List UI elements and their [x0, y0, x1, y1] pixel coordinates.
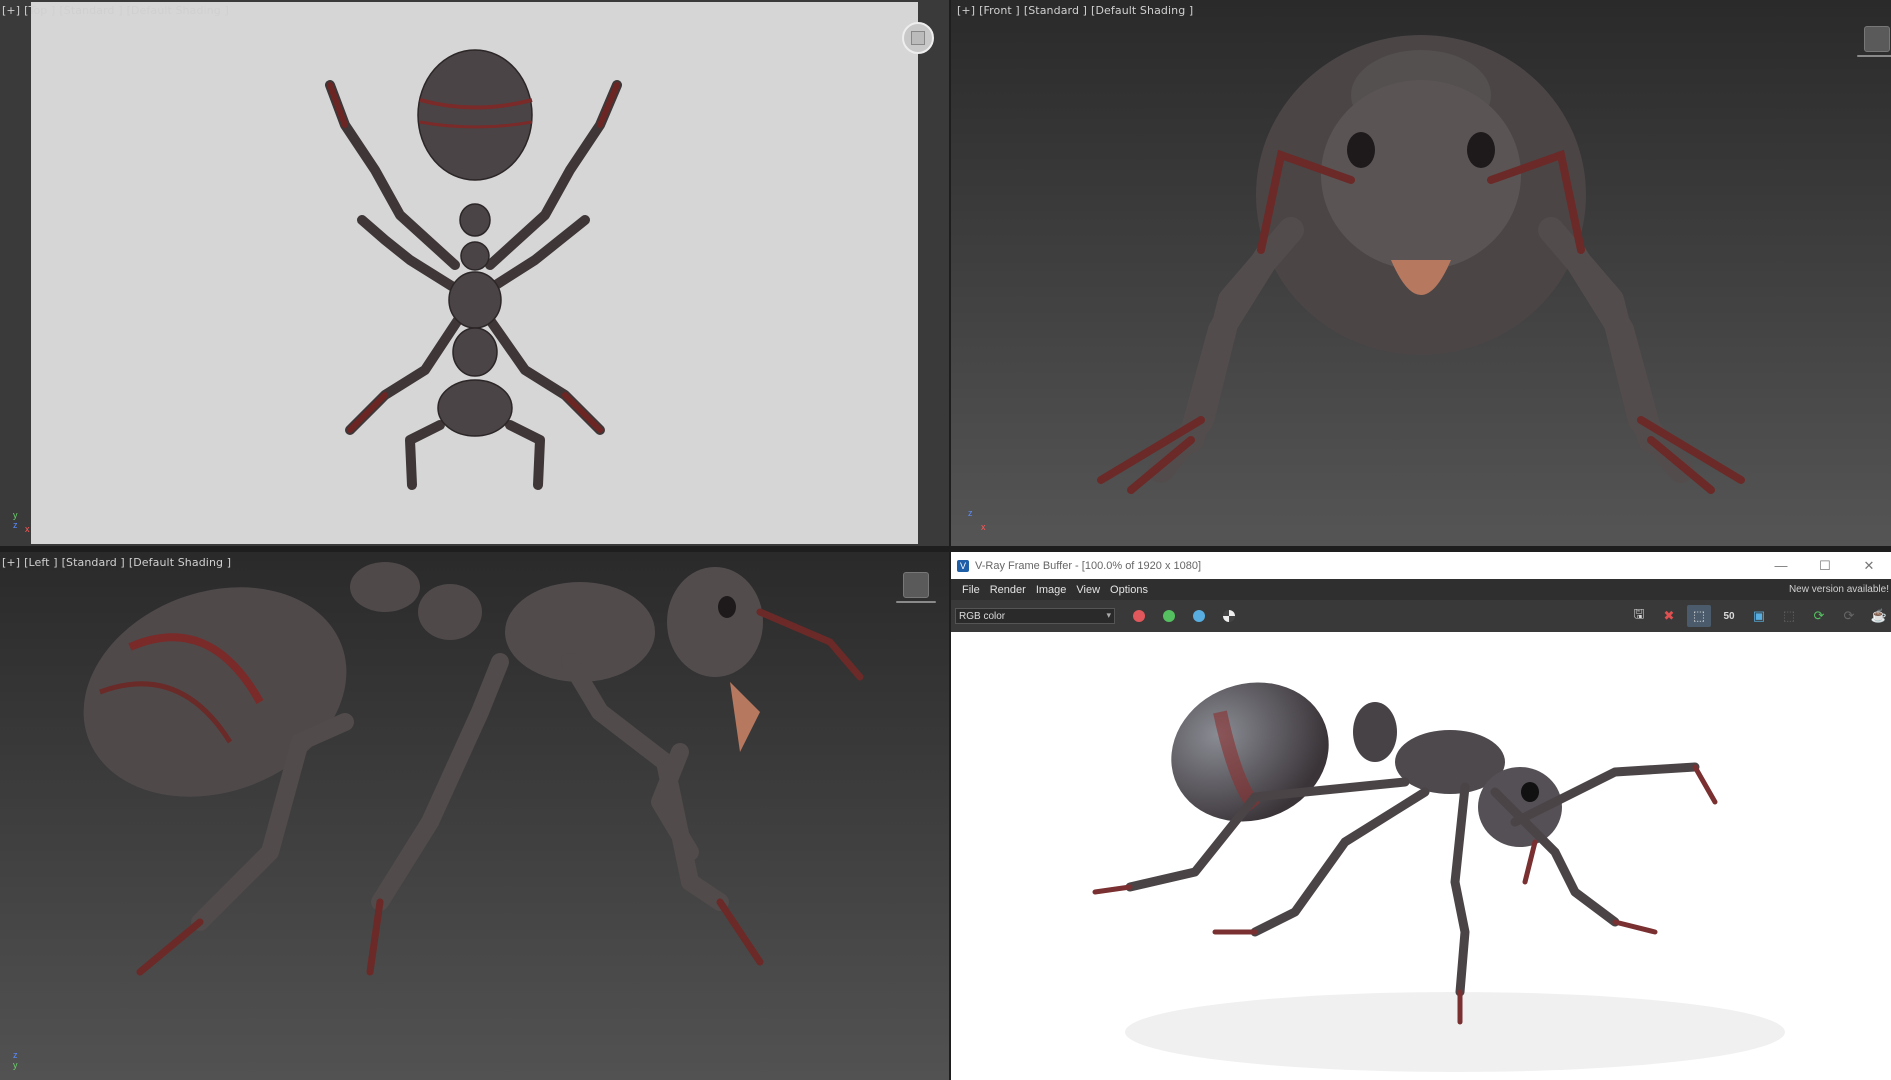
ant-front-view	[1097, 35, 1745, 494]
axis-tripod: yzx	[13, 510, 30, 534]
clear-image-icon[interactable]: ✖	[1657, 605, 1681, 627]
teapot-icon[interactable]: ☕	[1867, 605, 1891, 627]
menu-options[interactable]: Options	[1105, 584, 1153, 596]
update-notice[interactable]: New version available!	[1789, 584, 1889, 595]
green-channel-button[interactable]	[1163, 610, 1175, 622]
vray-logo-icon: V	[957, 559, 969, 572]
menu-image[interactable]: Image	[1031, 584, 1072, 596]
rendered-ant-image	[1092, 682, 1785, 1072]
viewcube[interactable]	[896, 572, 936, 603]
viewport-front[interactable]: [+] [Front ] [Standard ] [Default Shading ]…	[951, 0, 1891, 546]
vray-frame-buffer-window[interactable]: V V-Ray Frame Buffer - [100.0% of 1920 x…	[951, 552, 1891, 1080]
ant-left-view	[83, 562, 864, 976]
ant-top-view	[325, 49, 622, 490]
axis-tripod: zy	[13, 1050, 18, 1070]
viewcube[interactable]	[1857, 26, 1891, 57]
viewport-label[interactable]: [+] [Left ] [Standard ] [Default Shading ]	[2, 556, 235, 569]
render-icon[interactable]: ⟳	[1807, 605, 1831, 627]
minimize-icon[interactable]: —	[1759, 558, 1803, 574]
lens-effects-icon[interactable]: 50	[1717, 605, 1741, 627]
viewport-label[interactable]: [+] [Top ] [Standard ] [Default Shading ]	[2, 4, 233, 17]
maximize-icon[interactable]: ☐	[1803, 558, 1847, 574]
viewport-top[interactable]: [+] [Top ] [Standard ] [Default Shading ]	[0, 0, 949, 546]
blue-channel-button[interactable]	[1193, 610, 1205, 622]
vfb-toolbar: RGB color 🖫 ✖ ⬚ 50 ▣ ⬚ ⟳ ⟳ ☕	[951, 600, 1891, 632]
alpha-channel-button[interactable]	[1223, 610, 1235, 622]
close-icon[interactable]: ✕	[1847, 558, 1891, 574]
window-titlebar[interactable]: V V-Ray Frame Buffer - [100.0% of 1920 x…	[951, 552, 1891, 579]
render-disabled-icon[interactable]: ⟳	[1837, 605, 1861, 627]
menu-bar: File Render Image View Options New versi…	[951, 579, 1891, 600]
track-mouse-icon[interactable]: ⬚	[1687, 605, 1711, 627]
menu-view[interactable]: View	[1071, 584, 1105, 596]
viewport-label[interactable]: [+] [Front ] [Standard ] [Default Shading ]	[957, 4, 1197, 17]
menu-render[interactable]: Render	[985, 584, 1031, 596]
render-canvas[interactable]	[955, 632, 1891, 1080]
red-channel-button[interactable]	[1133, 610, 1145, 622]
save-icon[interactable]: 🖫	[1627, 605, 1651, 627]
window-title: V-Ray Frame Buffer - [100.0% of 1920 x 1…	[975, 559, 1202, 572]
axis-tripod: zx	[968, 508, 986, 532]
channel-select[interactable]: RGB color	[955, 608, 1115, 624]
menu-file[interactable]: File	[957, 584, 985, 596]
viewport-left[interactable]: [+] [Left ] [Standard ] [Default Shading ] …	[0, 552, 949, 1080]
stop-render-icon[interactable]: ⬚	[1777, 605, 1801, 627]
region-render-icon[interactable]: ▣	[1747, 605, 1771, 627]
